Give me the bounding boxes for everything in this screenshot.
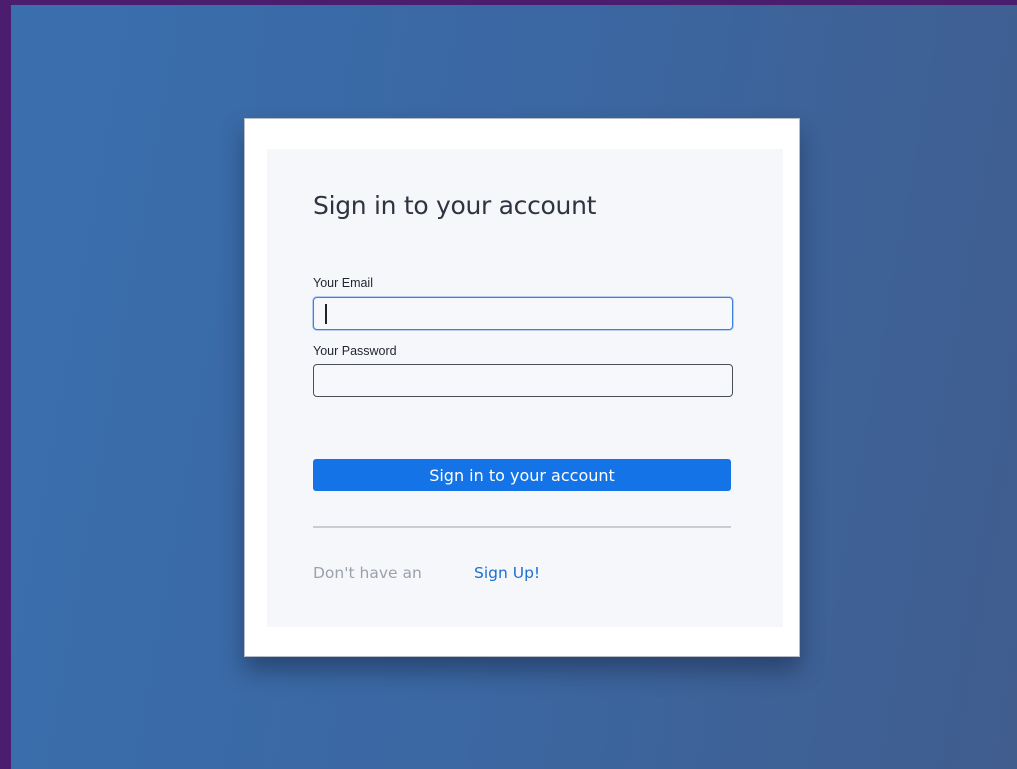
email-label: Your Email — [313, 276, 373, 290]
login-form: Sign in to your account Your Email Your … — [267, 149, 783, 627]
sign-up-link[interactable]: Sign Up! — [474, 564, 540, 582]
sign-in-button[interactable]: Sign in to your account — [313, 459, 731, 491]
login-card: Sign in to your account Your Email Your … — [244, 118, 800, 657]
signup-prompt-text: Don't have an — [313, 564, 422, 582]
password-label: Your Password — [313, 344, 397, 358]
email-field[interactable] — [313, 297, 733, 330]
divider — [313, 526, 731, 528]
page-title: Sign in to your account — [313, 191, 597, 220]
password-field[interactable] — [313, 364, 733, 397]
text-cursor — [325, 304, 327, 324]
